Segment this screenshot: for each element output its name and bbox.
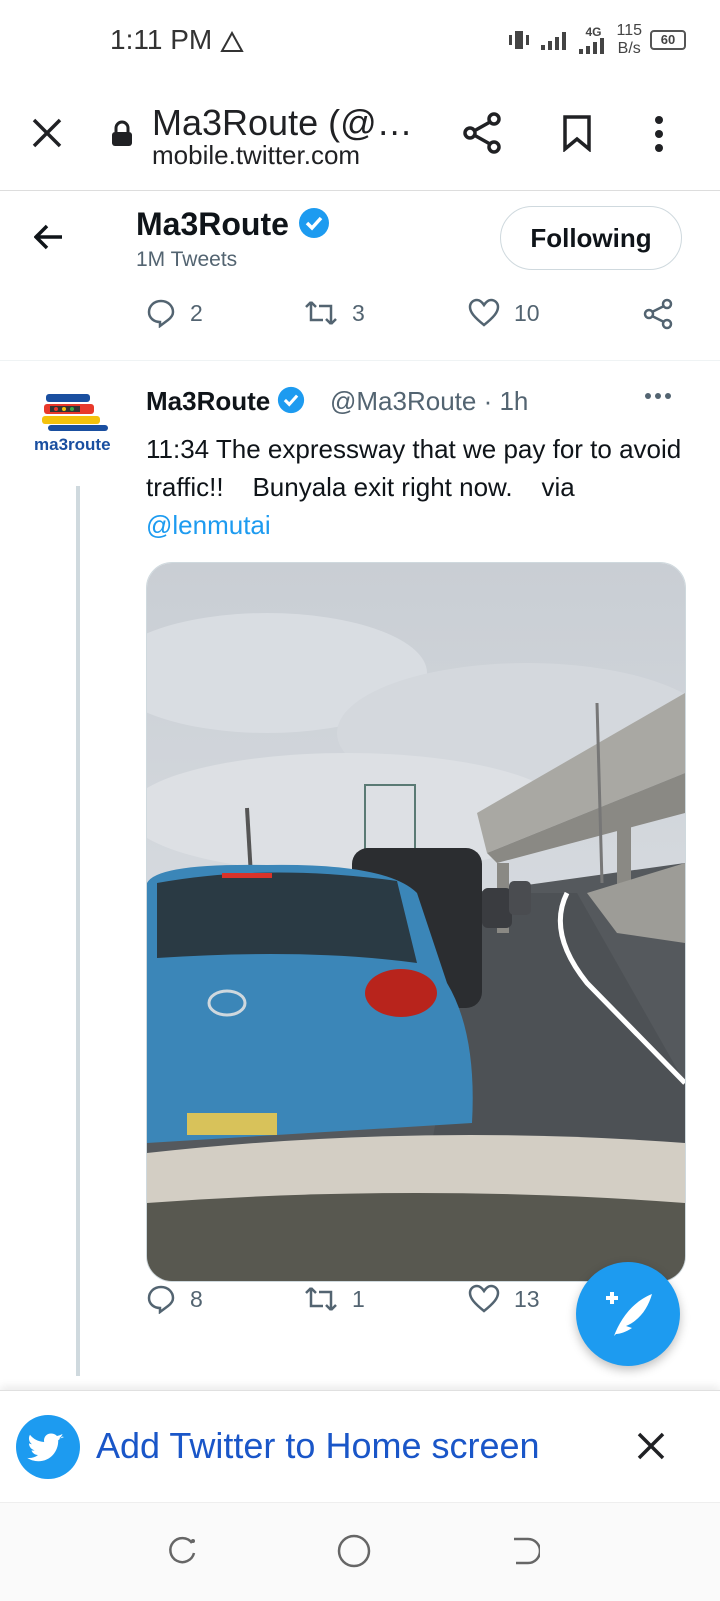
close-banner-icon[interactable] <box>636 1431 666 1461</box>
warning-icon <box>220 30 244 52</box>
heart-icon <box>468 298 500 327</box>
compose-tweet-button[interactable] <box>576 1262 680 1366</box>
thread-line <box>76 486 80 1376</box>
add-to-home-banner: Add Twitter to Home screen <box>0 1390 720 1503</box>
close-icon[interactable] <box>30 116 64 150</box>
tweet-text: 11:34 The expressway that we pay for to … <box>146 430 696 544</box>
compose-feather-icon <box>606 1292 652 1336</box>
lock-icon <box>112 120 132 146</box>
signal-icon-2 <box>579 38 605 54</box>
system-nav-bar <box>0 1502 720 1601</box>
like-action[interactable]: 13 <box>468 1284 540 1314</box>
back-icon[interactable] <box>508 1535 540 1567</box>
following-button[interactable]: Following <box>500 206 682 270</box>
mention-link[interactable]: @lenmutai <box>146 506 696 544</box>
like-action[interactable]: 10 <box>468 298 540 328</box>
share-icon[interactable] <box>462 112 502 154</box>
battery-icon: 60 <box>650 30 686 50</box>
tweet-handle-time[interactable]: @Ma3Route · 1h <box>330 386 528 417</box>
tweet-media-photo[interactable] <box>146 562 686 1282</box>
browser-toolbar: Ma3Route (@… mobile.twitter.com <box>0 80 720 191</box>
more-vertical-icon[interactable] <box>652 116 666 152</box>
status-bar: 1:11 PM 4G 115 B/s 60 <box>0 0 720 80</box>
status-indicators: 4G 115 B/s 60 <box>506 22 686 58</box>
avatar[interactable]: ma3route <box>30 388 126 468</box>
retweet-icon <box>305 301 337 325</box>
twitter-bird-icon <box>16 1415 80 1479</box>
retweet-action[interactable]: 1 <box>304 1284 365 1314</box>
verified-badge-icon <box>298 208 329 238</box>
reply-icon <box>147 299 175 328</box>
signal-icon <box>541 32 567 50</box>
tweet-divider <box>0 360 720 361</box>
status-time: 1:11 PM <box>110 24 244 56</box>
reply-action[interactable]: 8 <box>146 1284 203 1314</box>
profile-header: Ma3Route 1M Tweets Following <box>0 192 720 288</box>
heart-icon <box>468 1284 500 1313</box>
ma3route-logo: ma3route <box>34 394 111 454</box>
share-tweet-icon[interactable] <box>642 298 674 330</box>
reply-action[interactable]: 2 <box>146 298 203 328</box>
verified-badge-icon <box>278 386 305 414</box>
home-icon[interactable] <box>336 1533 372 1569</box>
tweet-author-name[interactable]: Ma3Route <box>146 386 305 417</box>
browser-page-title[interactable]: Ma3Route (@… <box>152 102 413 144</box>
bookmark-icon[interactable] <box>562 114 592 152</box>
recent-apps-icon[interactable] <box>166 1535 198 1567</box>
browser-url[interactable]: mobile.twitter.com <box>152 140 360 171</box>
profile-name: Ma3Route <box>136 206 330 243</box>
retweet-icon <box>305 1287 337 1311</box>
vibrate-icon <box>509 31 530 49</box>
retweet-action[interactable]: 3 <box>304 298 365 328</box>
network-type: 4G <box>585 25 602 39</box>
traffic-photo <box>147 563 685 1281</box>
reply-icon <box>147 1285 175 1314</box>
add-to-home-link[interactable]: Add Twitter to Home screen <box>96 1425 540 1467</box>
tweet-count: 1M Tweets <box>136 248 238 271</box>
avatar-text: ma3route <box>34 435 111 454</box>
back-arrow-icon[interactable] <box>34 224 64 250</box>
network-speed: 115 B/s <box>616 22 642 57</box>
more-horizontal-icon[interactable] <box>644 392 672 400</box>
